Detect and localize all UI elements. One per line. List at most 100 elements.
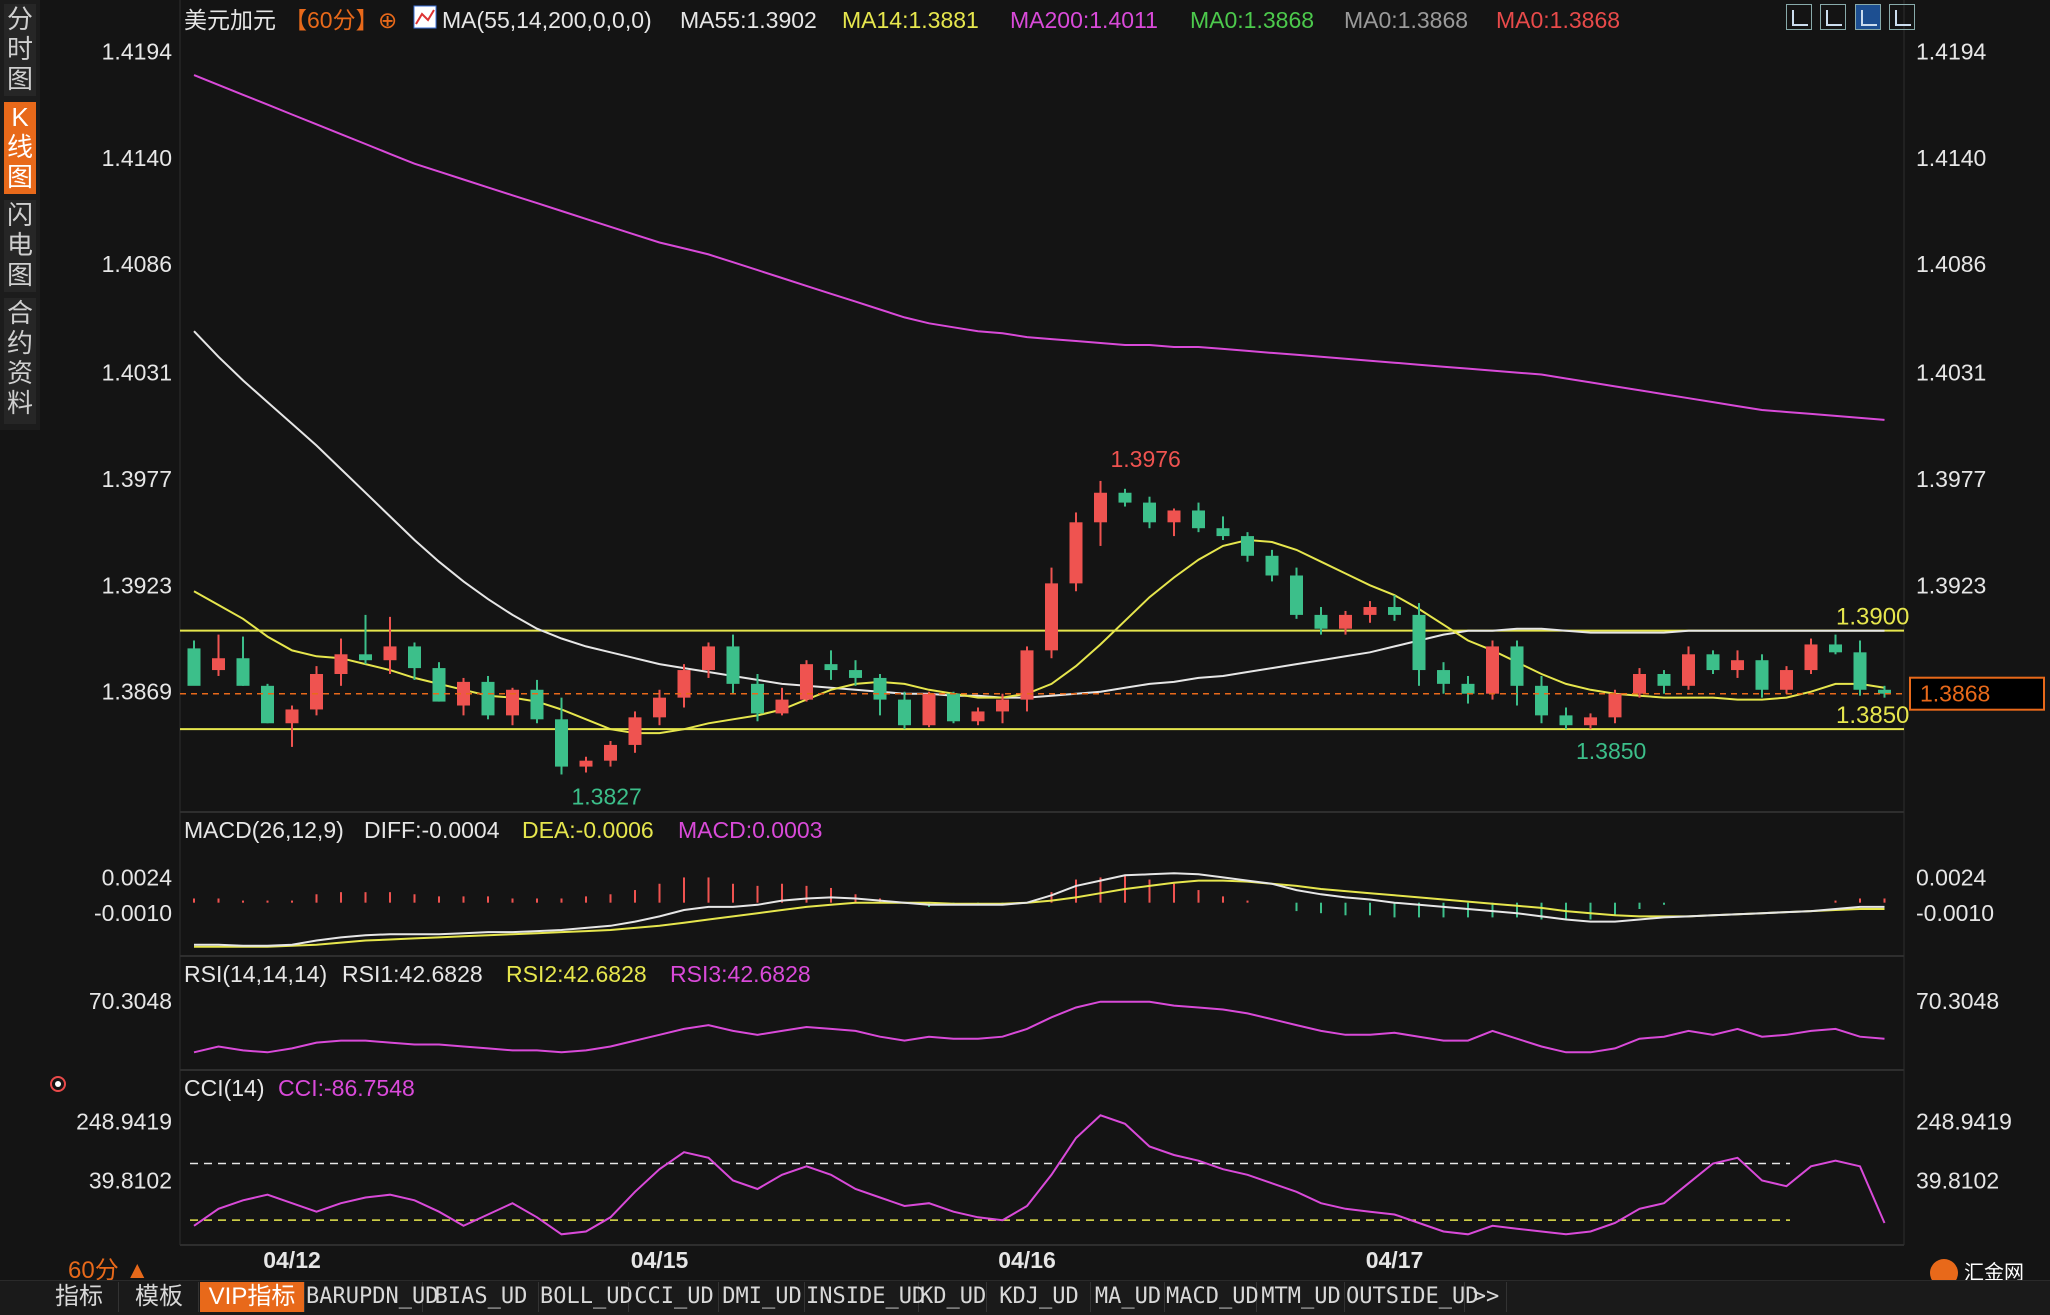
- indicator-tab-dmi-ud[interactable]: DMI_UD: [720, 1282, 805, 1312]
- indicator-tab-[interactable]: 模板: [120, 1282, 199, 1312]
- macd-pane: MACD(26,12,9) DIFF:-0.0004 DEA:-0.0006 M…: [94, 817, 1994, 948]
- indicator-tab-ma-ud[interactable]: MA_UD: [1092, 1282, 1165, 1312]
- candle-body: [726, 646, 740, 684]
- candlesticks: [187, 480, 1891, 775]
- candle-body: [1755, 660, 1769, 690]
- candle-body: [849, 670, 862, 678]
- candle-body: [1314, 614, 1328, 629]
- moving-average-lines: [193, 74, 1885, 735]
- candle-body: [1853, 652, 1867, 690]
- macd-dea: DEA:-0.0006: [522, 817, 654, 843]
- ma55-line: [193, 330, 1885, 699]
- fullscreen-icon[interactable]: [1786, 4, 1812, 30]
- candle-body: [1780, 670, 1793, 690]
- indicator-tab-barupdn-ud[interactable]: BARUPDN_UD: [306, 1282, 438, 1312]
- candle-body: [1584, 717, 1597, 726]
- candle-body: [1265, 555, 1279, 576]
- time-tick-label: 04/16: [998, 1247, 1056, 1273]
- rsi2-value: RSI2:42.6828: [506, 961, 647, 987]
- candle-body: [1339, 614, 1352, 629]
- candle-body: [1731, 660, 1744, 671]
- settings-icon[interactable]: ⊕: [378, 7, 397, 33]
- candle-body: [996, 699, 1009, 712]
- candle-body: [1094, 492, 1107, 523]
- candle-body: [1388, 607, 1401, 615]
- candle-body: [1143, 502, 1156, 523]
- layout-icon[interactable]: [1889, 4, 1916, 30]
- indicator-tab-bias-ud[interactable]: BIAS_UD: [424, 1282, 539, 1312]
- candle-body: [628, 717, 642, 745]
- kline-chart[interactable]: 美元加元 【60分】 ⊕ MA(55,14,200,0,0,0) MA55:1.…: [0, 0, 2050, 1280]
- indicator-tab-kdj-ud[interactable]: KDJ_UD: [988, 1282, 1091, 1312]
- indicator-tab-cci-ud[interactable]: CCI_UD: [630, 1282, 719, 1312]
- cci-tick-label-right: 248.9419: [1916, 1108, 2012, 1134]
- price-annotations: 1.3976 1.3827 1.3850: [572, 446, 1647, 810]
- crosshair-icon-dot: [55, 1081, 61, 1087]
- indicator-tab-boll-ud[interactable]: BOLL_UD: [540, 1282, 633, 1312]
- indicator-tab-vip[interactable]: VIP指标: [200, 1282, 305, 1312]
- macd-tick-label-right: 0.0024: [1916, 864, 1987, 890]
- candle-body: [971, 711, 985, 722]
- candle-body: [1461, 683, 1475, 694]
- price-tick-label-left: 1.3923: [102, 572, 172, 598]
- level-label: 1.3900: [1836, 604, 1909, 631]
- macd-dea-line: [194, 879, 1885, 948]
- rsi1-value: RSI1:42.6828: [342, 961, 483, 987]
- indicator-tab-inside-ud[interactable]: INSIDE_UD: [806, 1282, 925, 1312]
- ma200-value: MA200:1.4011: [1010, 7, 1158, 33]
- candle-body: [1657, 674, 1671, 686]
- price-tick-label-right: 1.4140: [1916, 145, 1986, 171]
- candle-body: [1069, 522, 1083, 584]
- macd-value: MACD:0.0003: [678, 817, 822, 843]
- macd-diff: DIFF:-0.0004: [364, 817, 500, 843]
- indicator-tab-[interactable]: >>: [1466, 1282, 1507, 1312]
- candle-body: [1167, 510, 1181, 523]
- candle-body: [1829, 644, 1842, 653]
- candle-body: [1045, 583, 1058, 651]
- price-annotation-label: 1.3850: [1576, 738, 1646, 764]
- indicator-tab-mtm-ud[interactable]: MTM_UD: [1258, 1282, 1345, 1312]
- time-tick-label: 04/15: [631, 1247, 689, 1273]
- price-tick-label-right: 1.4194: [1916, 38, 1987, 64]
- candle-body: [359, 654, 372, 661]
- candle-body: [947, 693, 960, 722]
- cci-tick-label-left: 39.8102: [89, 1168, 172, 1194]
- cci-value: CCI:-86.7548: [278, 1075, 415, 1101]
- indicator-overlay-icon[interactable]: [1854, 4, 1881, 30]
- candle-body: [432, 668, 446, 702]
- price-tick-label-right: 1.3977: [1916, 466, 1986, 492]
- rsi-line: [193, 1000, 1885, 1054]
- candle-body: [1412, 614, 1426, 671]
- price-tick-label-left: 1.4140: [102, 145, 172, 171]
- cursor-mode-icon[interactable]: [50, 1076, 66, 1092]
- price-tick-label-left: 1.3977: [102, 466, 172, 492]
- macd-title: MACD(26,12,9): [184, 817, 344, 843]
- indicator-tab-outside-ud[interactable]: OUTSIDE_UD: [1346, 1282, 1478, 1312]
- indicator-tab-[interactable]: 指标: [40, 1282, 119, 1312]
- rsi-tick-label-right: 70.3048: [1916, 988, 1999, 1014]
- candle-body: [579, 760, 593, 767]
- candle-body: [1608, 693, 1622, 718]
- time-tick-label: 04/17: [1366, 1247, 1424, 1273]
- ma0-value-a: MA0:1.3868: [1190, 7, 1314, 33]
- candle-body: [751, 683, 764, 714]
- price-tick-label-right: 1.4031: [1916, 360, 1986, 386]
- cci-tick-label-left: 248.9419: [76, 1108, 172, 1134]
- chart-toolbar: [1786, 4, 1919, 32]
- ma200-line: [193, 74, 1885, 421]
- indicator-tab-macd-ud[interactable]: MACD_UD: [1166, 1282, 1259, 1312]
- candle-body: [1241, 536, 1254, 556]
- split-view-icon[interactable]: [1820, 4, 1847, 30]
- candle-body: [481, 681, 495, 716]
- candle-body: [1020, 650, 1034, 700]
- candle-body: [1192, 510, 1205, 529]
- candle-body: [383, 646, 397, 661]
- candle-body: [873, 677, 887, 700]
- candle-body: [555, 719, 568, 767]
- candle-body: [212, 658, 225, 671]
- indicator-tab-kd-ud[interactable]: KD_UD: [920, 1282, 987, 1312]
- period-label: 【60分】: [284, 7, 379, 33]
- price-tick-label-left: 1.4086: [102, 251, 172, 277]
- candle-body: [1682, 654, 1695, 686]
- ma0-value-c: MA0:1.3868: [1496, 7, 1620, 33]
